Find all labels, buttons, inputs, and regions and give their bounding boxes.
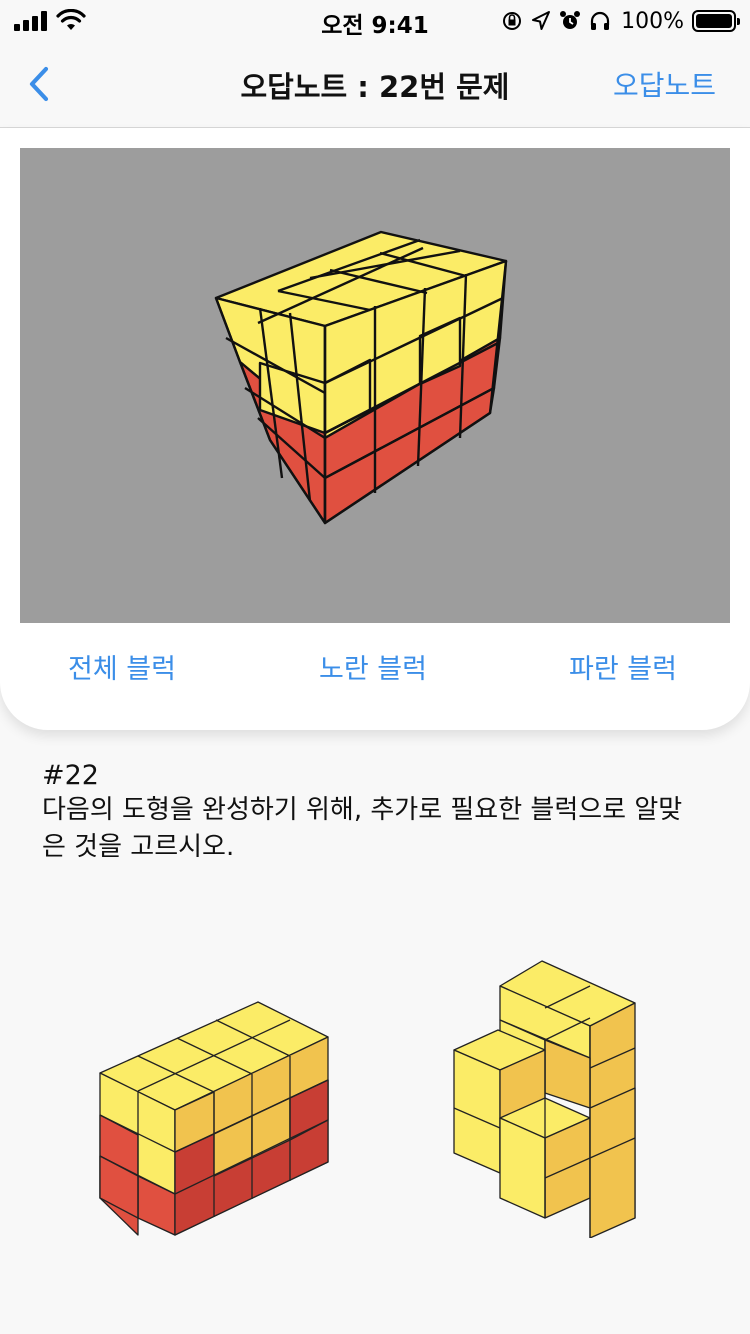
tab-yellow-blocks[interactable]: 노란 블럭: [319, 647, 427, 686]
tab-all-blocks[interactable]: 전체 블럭: [68, 647, 176, 686]
tab-blue-blocks[interactable]: 파란 블럭: [569, 647, 677, 686]
navigation-bar: 오답노트 : 22번 문제 오답노트: [0, 40, 750, 128]
3d-block-viewer[interactable]: [20, 148, 730, 623]
viewer-card: 전체 블럭 노란 블럭 파란 블럭: [0, 128, 750, 730]
question-text: 다음의 도형을 완성하기 위해, 추가로 필요한 블럭으로 알맞 은 것을 고르…: [42, 795, 683, 862]
wrong-answer-note-button[interactable]: 오답노트: [613, 64, 716, 104]
block-filter-tabs: 전체 블럭 노란 블럭 파란 블럭: [0, 623, 750, 703]
battery-percentage: 100%: [621, 8, 684, 34]
3d-block-model: [214, 230, 508, 525]
alarm-icon: [560, 11, 581, 29]
question: #22 다음의 도형을 완성하기 위해, 추가로 필요한 블럭으로 알맞 은 것…: [42, 760, 712, 866]
status-bar: 오전 9:41 100%: [0, 0, 750, 40]
answer-piece-figure: [453, 960, 636, 1238]
target-shape-figure: [99, 1001, 329, 1236]
question-number: #22: [42, 760, 99, 791]
location-arrow-icon: [532, 11, 551, 30]
headphones-icon: [590, 11, 610, 30]
orientation-lock-icon: [503, 12, 522, 30]
battery-icon: [692, 10, 740, 32]
question-figures: [0, 940, 750, 1270]
status-indicators: 100%: [501, 8, 740, 34]
